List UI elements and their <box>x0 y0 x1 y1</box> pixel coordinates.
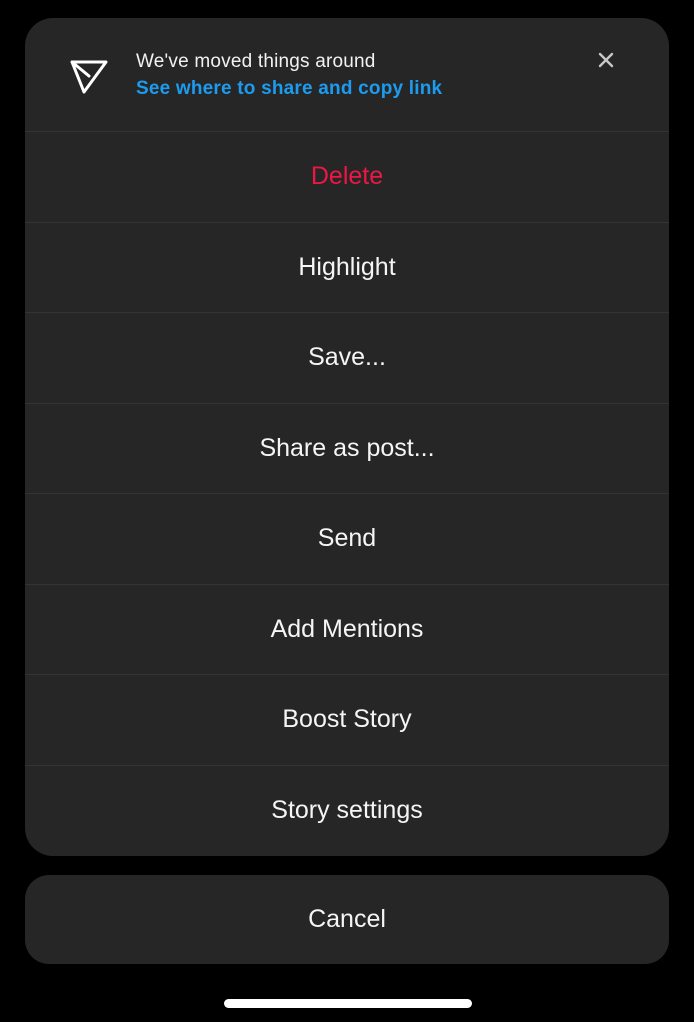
home-indicator <box>224 999 472 1008</box>
add-mentions-button[interactable]: Add Mentions <box>25 585 669 675</box>
close-icon <box>598 52 614 73</box>
moved-things-banner: We've moved things around See where to s… <box>25 18 669 132</box>
highlight-button[interactable]: Highlight <box>25 223 669 313</box>
share-as-post-button[interactable]: Share as post... <box>25 404 669 494</box>
share-copy-link[interactable]: See where to share and copy link <box>136 78 442 100</box>
banner-title: We've moved things around <box>136 51 376 72</box>
cancel-button[interactable]: Cancel <box>25 875 669 964</box>
boost-story-button[interactable]: Boost Story <box>25 675 669 766</box>
close-banner-button[interactable] <box>593 49 619 75</box>
send-button[interactable]: Send <box>25 494 669 585</box>
paper-plane-icon <box>69 56 109 96</box>
delete-button[interactable]: Delete <box>25 132 669 223</box>
story-options-screen: We've moved things around See where to s… <box>0 0 694 1022</box>
save-button[interactable]: Save... <box>25 313 669 404</box>
story-settings-button[interactable]: Story settings <box>25 766 669 857</box>
action-sheet: We've moved things around See where to s… <box>25 18 669 856</box>
